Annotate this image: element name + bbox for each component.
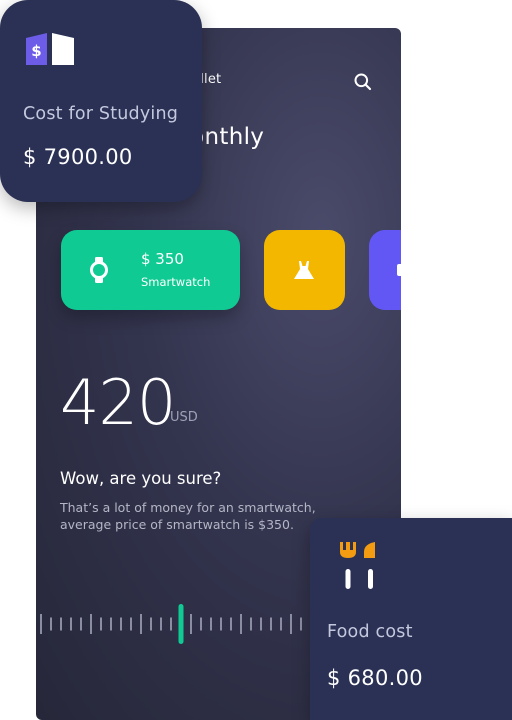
ruler-tick	[250, 617, 252, 631]
ruler-tick	[90, 614, 92, 634]
category-name: Smartwatch	[141, 275, 211, 289]
currency-label: USD	[170, 410, 198, 425]
ruler-tick	[270, 617, 272, 631]
ruler-tick	[190, 614, 192, 634]
ruler-tick	[300, 617, 302, 631]
ruler-tick	[120, 617, 122, 631]
ruler-tick	[290, 614, 292, 634]
ruler-tick	[160, 617, 162, 631]
ruler-tick	[110, 617, 112, 631]
category-amount: $ 350	[141, 250, 184, 268]
ruler-tick	[70, 617, 72, 631]
svg-text:$: $	[31, 42, 41, 60]
ruler-tick	[150, 617, 152, 631]
category-icon	[397, 264, 401, 276]
search-icon	[354, 73, 372, 91]
ruler-tick	[60, 617, 62, 631]
cost-value: $ 680.00	[327, 666, 423, 690]
category-card-smartwatch[interactable]: $ 350 Smartwatch	[61, 230, 240, 310]
confirm-question: Wow, are you sure?	[60, 469, 222, 488]
ruler-tick	[280, 617, 282, 631]
ruler-tick	[240, 614, 242, 634]
book-icon: $	[26, 33, 74, 65]
smartwatch-icon	[90, 257, 108, 283]
fork-knife-icon	[340, 542, 375, 589]
ruler-tick	[170, 617, 172, 631]
ruler-tick	[210, 617, 212, 631]
ruler-tick	[50, 617, 52, 631]
ruler-tick	[220, 617, 222, 631]
ruler-tick	[230, 617, 232, 631]
cost-label: Cost for Studying	[23, 104, 179, 124]
cost-label: Food cost	[327, 622, 413, 642]
amount-value: 420	[60, 366, 176, 439]
cost-value: $ 7900.00	[23, 145, 133, 169]
search-button[interactable]	[353, 72, 373, 92]
ruler-tick	[40, 614, 42, 634]
ruler-tick	[260, 617, 262, 631]
dress-icon	[294, 261, 314, 279]
cost-card-food: Food cost $ 680.00	[310, 518, 512, 720]
ruler-tick	[80, 617, 82, 631]
price-note: That’s a lot of money for an smartwatch,…	[60, 500, 316, 532]
category-card-third[interactable]	[369, 230, 401, 310]
ruler-tick	[130, 617, 132, 631]
category-card-dress[interactable]	[264, 230, 345, 310]
ruler-indicator	[178, 604, 184, 644]
ruler-tick	[100, 617, 102, 631]
ruler-tick	[140, 614, 142, 634]
cost-card-studying: $ Cost for Studying $ 7900.00	[0, 0, 202, 202]
ruler-tick	[200, 617, 202, 631]
